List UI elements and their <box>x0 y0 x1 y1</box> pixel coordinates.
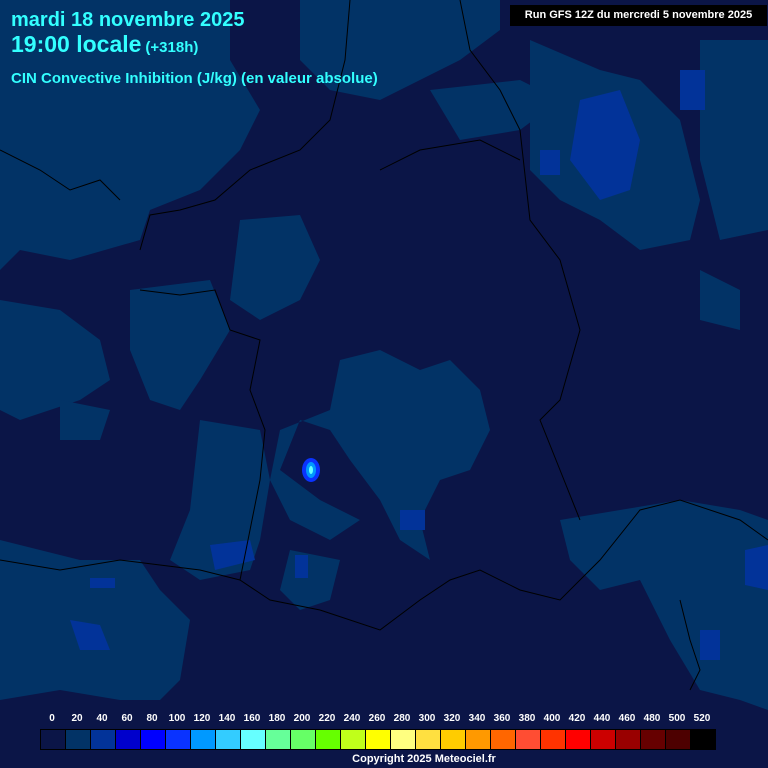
legend-label: 20 <box>71 713 83 724</box>
legend-swatch <box>316 730 341 749</box>
legend-swatch <box>141 730 166 749</box>
legend-label: 440 <box>593 713 611 724</box>
legend-swatch <box>691 730 715 749</box>
legend-label: 380 <box>518 713 536 724</box>
legend-label: 400 <box>543 713 561 724</box>
legend-label: 80 <box>146 713 158 724</box>
legend-label: 240 <box>343 713 361 724</box>
legend-labels: 0 20 40 60 80 100 120 140 160 180 200 220 240 260 280 3… <box>40 713 730 727</box>
legend-swatch <box>116 730 141 749</box>
legend-label: 180 <box>268 713 286 724</box>
legend-swatch <box>216 730 241 749</box>
legend-swatch <box>566 730 591 749</box>
legend-swatch <box>441 730 466 749</box>
cin-hotspot <box>302 458 320 482</box>
legend-swatch <box>391 730 416 749</box>
legend-label: 200 <box>293 713 311 724</box>
legend-swatch <box>541 730 566 749</box>
legend-swatch <box>291 730 316 749</box>
legend-label: 520 <box>693 713 711 724</box>
legend-swatch <box>491 730 516 749</box>
legend-label: 140 <box>218 713 236 724</box>
legend-label: 260 <box>368 713 386 724</box>
legend-swatch <box>591 730 616 749</box>
legend-label: 100 <box>168 713 186 724</box>
legend-swatch <box>616 730 641 749</box>
legend-label: 360 <box>493 713 511 724</box>
legend-label: 120 <box>193 713 211 724</box>
legend-label: 420 <box>568 713 586 724</box>
legend-swatch <box>266 730 291 749</box>
legend-swatch <box>241 730 266 749</box>
legend-swatch <box>516 730 541 749</box>
legend-swatch <box>466 730 491 749</box>
legend-swatch <box>91 730 116 749</box>
weather-map-page: mardi 18 novembre 2025 19:00 locale (+318… <box>0 0 768 768</box>
legend-label: 40 <box>96 713 108 724</box>
legend-swatch <box>641 730 666 749</box>
legend-label: 480 <box>643 713 661 724</box>
legend-swatch <box>166 730 191 749</box>
local-time: 19:00 locale <box>11 31 142 57</box>
legend-swatch <box>416 730 441 749</box>
legend-label: 320 <box>443 713 461 724</box>
legend-label: 160 <box>243 713 261 724</box>
legend-label: 460 <box>618 713 636 724</box>
legend-label: 0 <box>49 713 55 724</box>
parameter-title: CIN Convective Inhibition (J/kg) (en val… <box>11 70 378 87</box>
legend-swatch <box>341 730 366 749</box>
copyright: Copyright 2025 Meteociel.fr <box>352 753 496 765</box>
legend-label: 500 <box>668 713 686 724</box>
forecast-time: 19:00 locale (+318h) <box>11 31 198 58</box>
legend-swatch <box>191 730 216 749</box>
legend-label: 280 <box>393 713 411 724</box>
legend-label: 300 <box>418 713 436 724</box>
legend-label: 220 <box>318 713 336 724</box>
lead-time: (+318h) <box>145 39 199 56</box>
legend-swatch <box>366 730 391 749</box>
legend-label: 340 <box>468 713 486 724</box>
forecast-date: mardi 18 novembre 2025 <box>11 9 245 31</box>
legend-swatch <box>666 730 691 749</box>
legend-swatch <box>41 730 66 749</box>
color-legend <box>40 729 716 750</box>
cin-20-40-areas <box>0 0 768 710</box>
run-info: Run GFS 12Z du mercredi 5 novembre 2025 <box>510 5 767 26</box>
legend-swatch <box>66 730 91 749</box>
cin-map <box>0 0 768 710</box>
legend-label: 60 <box>121 713 133 724</box>
